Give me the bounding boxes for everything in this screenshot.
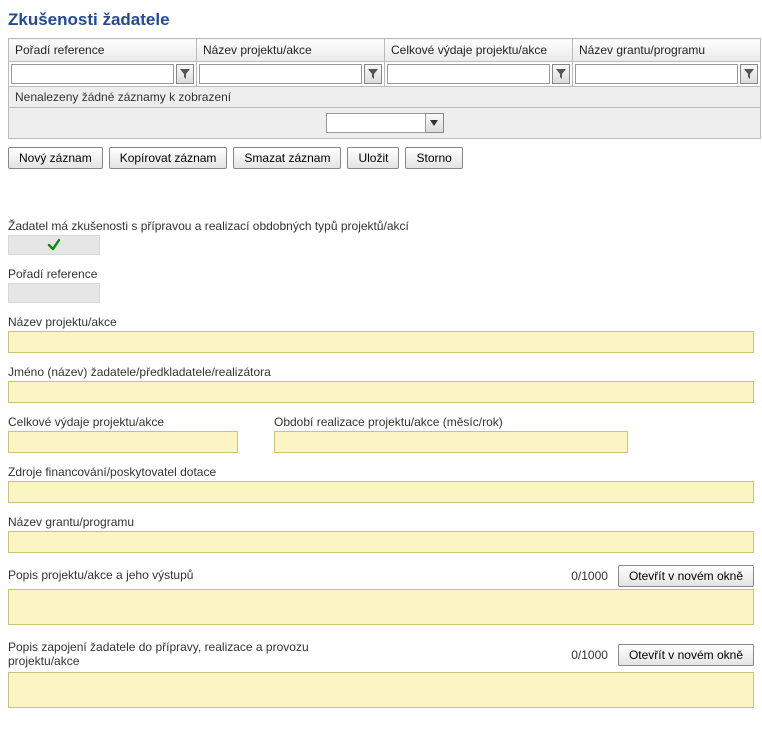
input-obdobi-realizace[interactable] [274, 431, 628, 453]
input-nazev-grantu[interactable] [8, 531, 754, 553]
counter-popis-zapojeni: 0/1000 [571, 648, 608, 662]
label-popis-zapojeni: Popis zapojení žadatele do přípravy, rea… [8, 640, 348, 668]
filter-icon[interactable] [364, 64, 382, 84]
label-nazev-grantu: Název grantu/programu [8, 515, 754, 529]
label-poradi-reference: Pořadí reference [8, 267, 754, 281]
filter-input-nazev-grantu[interactable] [575, 64, 738, 84]
open-window-button-2[interactable]: Otevřít v novém okně [618, 644, 754, 666]
new-record-button[interactable]: Nový záznam [8, 147, 103, 169]
input-celkove-vydaje[interactable] [8, 431, 238, 453]
textarea-popis-projektu[interactable] [8, 589, 754, 625]
label-zdroje-financovani: Zdroje financování/poskytovatel dotace [8, 465, 754, 479]
filter-input-poradi[interactable] [11, 64, 174, 84]
grid-toolbar: Nový záznam Kopírovat záznam Smazat zázn… [8, 147, 754, 169]
input-nazev-projektu[interactable] [8, 331, 754, 353]
field-poradi-reference [8, 283, 100, 303]
col-header-nazev-projektu[interactable]: Název projektu/akce [197, 39, 385, 62]
cancel-button[interactable]: Storno [405, 147, 462, 169]
input-jmeno-zadatele[interactable] [8, 381, 754, 403]
page-title: Zkušenosti žadatele [8, 10, 754, 30]
check-icon [47, 238, 61, 252]
delete-record-button[interactable]: Smazat záznam [233, 147, 341, 169]
col-header-poradi[interactable]: Pořadí reference [9, 39, 197, 62]
filter-icon[interactable] [176, 64, 194, 84]
chevron-down-icon[interactable] [426, 113, 444, 133]
label-zadatel-ma-zkusenosti: Žadatel má zkušenosti s přípravou a real… [8, 219, 754, 233]
checkbox-has-experience [8, 235, 100, 255]
filter-icon[interactable] [740, 64, 758, 84]
no-records-msg: Nenalezeny žádné záznamy k zobrazení [9, 87, 761, 108]
filter-icon[interactable] [552, 64, 570, 84]
col-header-nazev-grantu[interactable]: Název grantu/programu [573, 39, 761, 62]
label-obdobi-realizace: Období realizace projektu/akce (měsíc/ro… [274, 415, 628, 429]
label-popis-projektu: Popis projektu/akce a jeho výstupů [8, 568, 193, 582]
label-jmeno-zadatele: Jméno (název) žadatele/předkladatele/rea… [8, 365, 754, 379]
copy-record-button[interactable]: Kopírovat záznam [109, 147, 228, 169]
col-header-celkove-vydaje[interactable]: Celkové výdaje projektu/akce [385, 39, 573, 62]
label-nazev-projektu: Název projektu/akce [8, 315, 754, 329]
counter-popis-projektu: 0/1000 [571, 569, 608, 583]
reference-grid: Pořadí reference Název projektu/akce Cel… [8, 38, 761, 139]
filter-input-nazev-projektu[interactable] [199, 64, 362, 84]
filter-input-celkove-vydaje[interactable] [387, 64, 550, 84]
textarea-popis-zapojeni[interactable] [8, 672, 754, 708]
label-celkove-vydaje: Celkové výdaje projektu/akce [8, 415, 238, 429]
pager-input[interactable] [326, 113, 426, 133]
open-window-button-1[interactable]: Otevřít v novém okně [618, 565, 754, 587]
save-button[interactable]: Uložit [347, 147, 399, 169]
input-zdroje-financovani[interactable] [8, 481, 754, 503]
pager [326, 113, 444, 133]
